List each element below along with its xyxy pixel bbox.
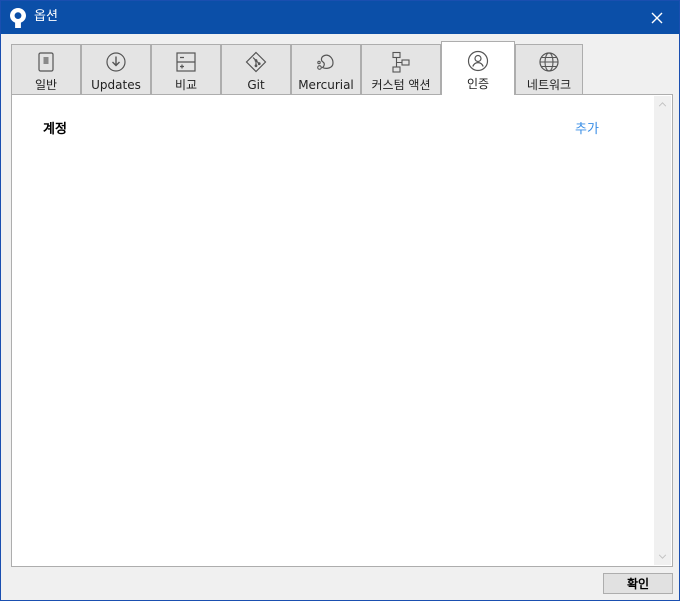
- tab-label: 일반: [34, 78, 58, 92]
- tab-label: Updates: [91, 78, 141, 92]
- options-tabs: 일반 Updates 비교 Git Mercurial 커스텀 액션 인증 네트…: [11, 41, 671, 95]
- tab-label: Git: [247, 78, 265, 92]
- scroll-up-button[interactable]: [654, 96, 671, 113]
- tab-git[interactable]: Git: [221, 44, 291, 94]
- flowchart-icon: [389, 50, 413, 74]
- tab-authentication[interactable]: 인증: [441, 41, 515, 95]
- tab-label: Mercurial: [298, 78, 354, 92]
- switch-icon: [34, 50, 58, 74]
- add-account-link[interactable]: 추가: [575, 118, 599, 137]
- vertical-scrollbar[interactable]: [654, 96, 671, 565]
- tab-custom-actions[interactable]: 커스텀 액션: [361, 44, 441, 94]
- tab-label: 네트워크: [526, 78, 572, 92]
- tab-label: 비교: [174, 78, 198, 92]
- tab-updates[interactable]: Updates: [81, 44, 151, 94]
- window-title: 옵션: [34, 9, 58, 24]
- chevron-up-icon: [658, 102, 667, 107]
- dialog-client-area: 일반 Updates 비교 Git Mercurial 커스텀 액션 인증 네트…: [1, 34, 679, 600]
- accounts-heading: 계정: [43, 122, 67, 137]
- title-bar: 옵션: [1, 1, 679, 34]
- sourcetree-logo-icon: [10, 8, 26, 28]
- tab-network[interactable]: 네트워크: [515, 44, 583, 94]
- tab-compare[interactable]: 비교: [151, 44, 221, 94]
- close-icon: [651, 12, 663, 23]
- close-button[interactable]: [635, 1, 679, 34]
- tab-mercurial[interactable]: Mercurial: [291, 44, 361, 94]
- download-circle-icon: [104, 50, 128, 74]
- tab-label: 커스텀 액션: [371, 78, 431, 92]
- scroll-down-button[interactable]: [654, 548, 671, 565]
- tab-label: 인증: [466, 77, 490, 91]
- user-circle-icon: [466, 49, 490, 73]
- options-window: 옵션 일반 Updates 비교 Git Mercurial 커스텀 액션 인증…: [0, 0, 680, 601]
- chevron-down-icon: [658, 554, 667, 559]
- authentication-panel: 계정 추가: [11, 94, 673, 567]
- git-icon: [244, 50, 268, 74]
- mercurial-icon: [314, 50, 338, 74]
- tab-general[interactable]: 일반: [11, 44, 81, 94]
- ok-button[interactable]: 확인: [603, 573, 673, 594]
- diff-icon: [174, 50, 198, 74]
- globe-icon: [537, 50, 561, 74]
